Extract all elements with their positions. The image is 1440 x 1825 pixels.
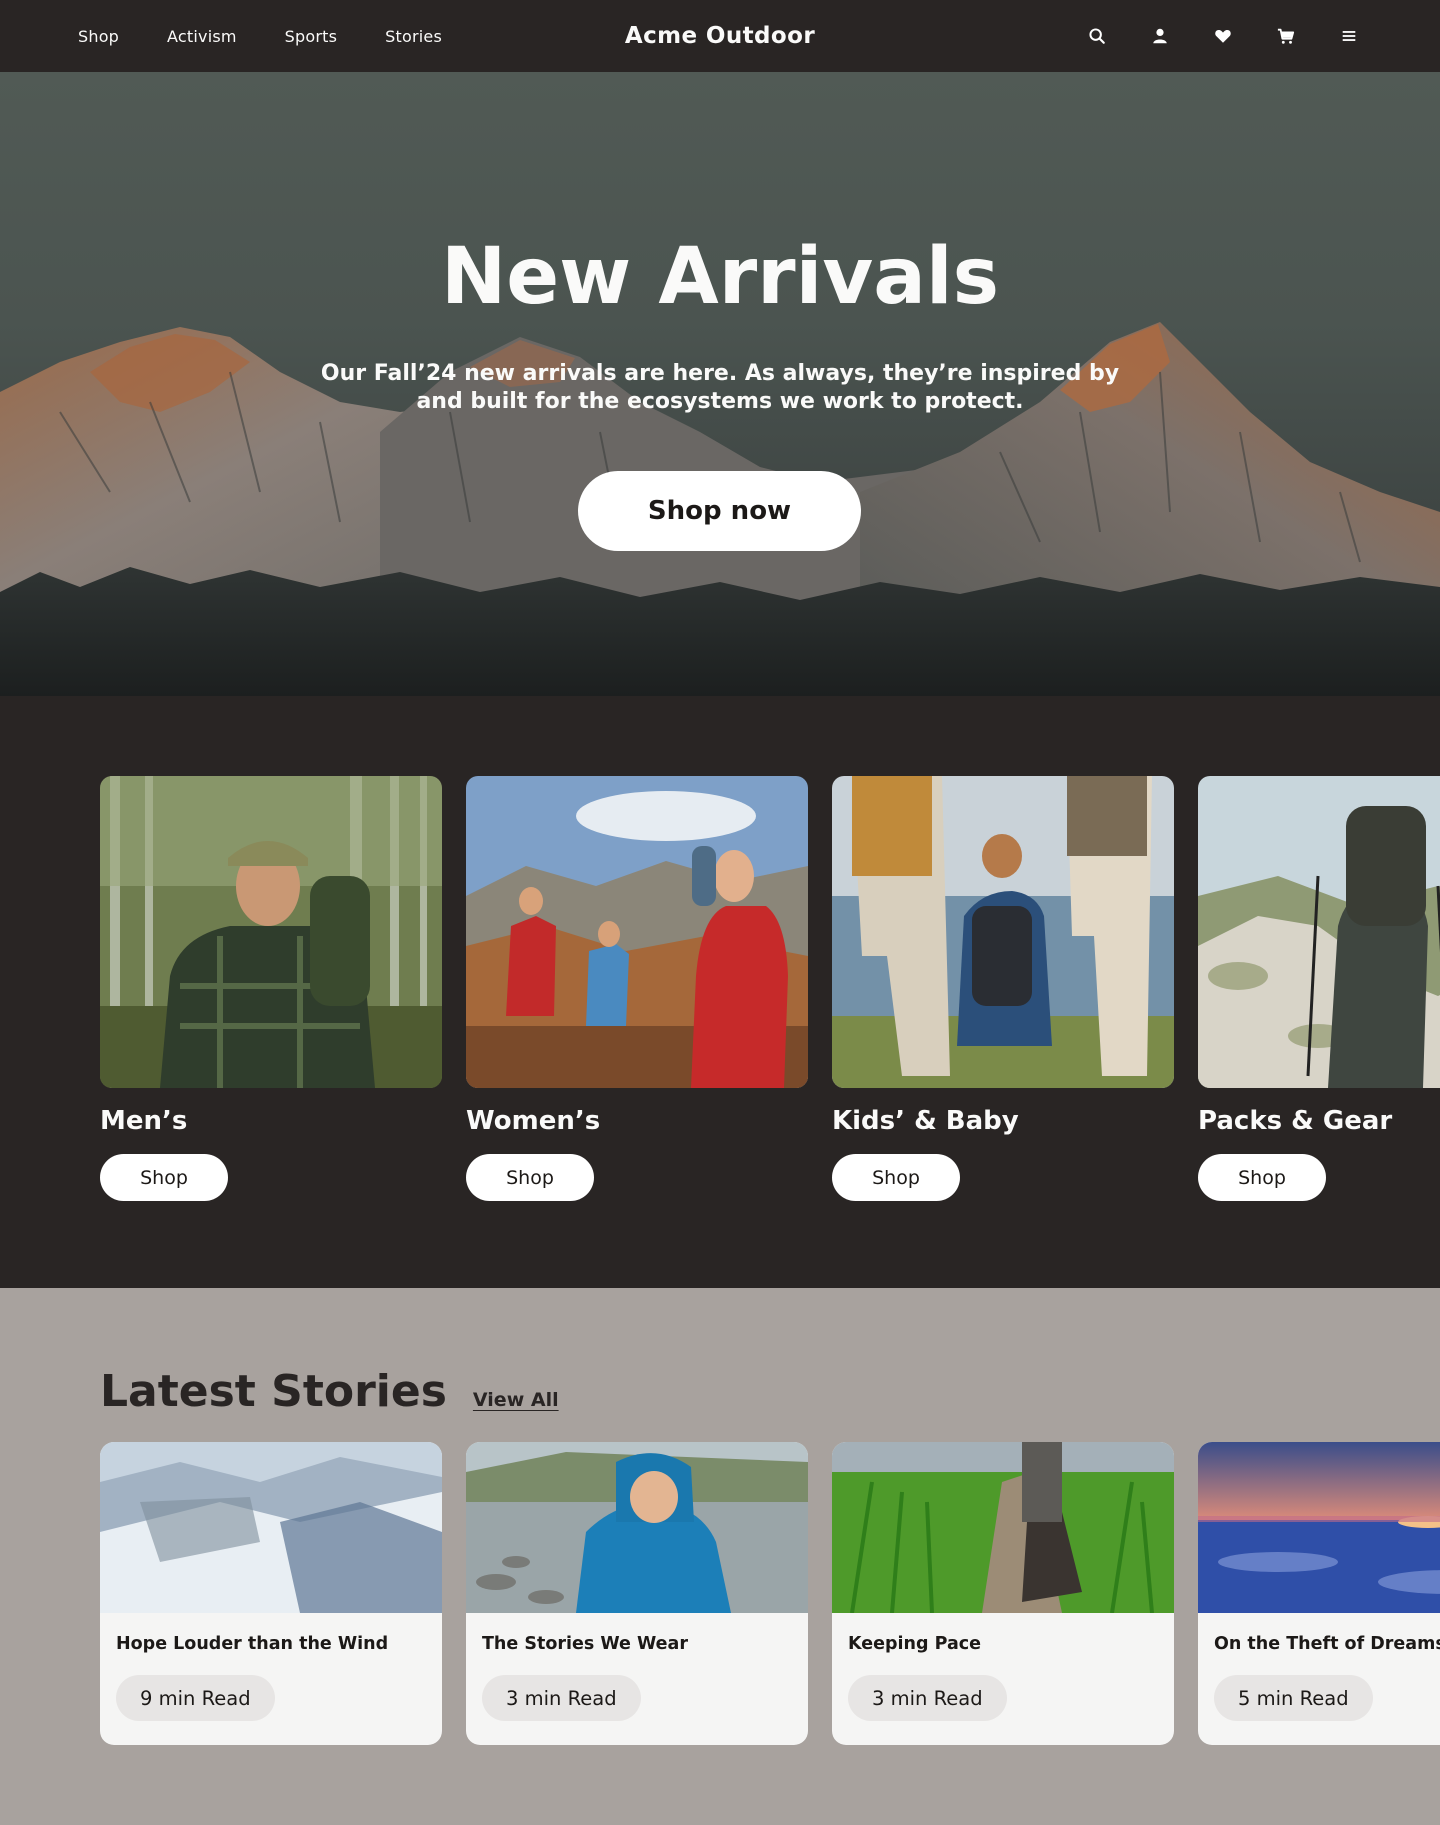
story-image xyxy=(466,1442,808,1613)
read-time-badge: 5 min Read xyxy=(1214,1675,1373,1721)
nav-link-activism[interactable]: Activism xyxy=(167,27,237,46)
category-shop-button-mens[interactable]: Shop xyxy=(100,1154,228,1201)
hero-subtitle: Our Fall’24 new arrivals are here. As al… xyxy=(320,361,1120,414)
category-image-mens[interactable] xyxy=(100,776,442,1088)
hero-title: New Arrivals xyxy=(440,232,1000,322)
story-image xyxy=(832,1442,1174,1613)
category-card-kids-baby: Kids’ & Baby Shop xyxy=(832,776,1174,1201)
read-time-badge: 3 min Read xyxy=(848,1675,1007,1721)
nav-link-shop[interactable]: Shop xyxy=(78,27,119,46)
hero-banner: New Arrivals Our Fall’24 new arrivals ar… xyxy=(0,72,1440,696)
story-image xyxy=(1198,1442,1440,1613)
account-icon[interactable] xyxy=(1149,25,1171,47)
category-shop-button-womens[interactable]: Shop xyxy=(466,1154,594,1201)
story-title: Hope Louder than the Wind xyxy=(116,1634,389,1654)
story-title: On the Theft of Dreams xyxy=(1214,1634,1440,1654)
story-image xyxy=(100,1442,442,1613)
category-name: Packs & Gear xyxy=(1198,1106,1393,1136)
story-title: The Stories We Wear xyxy=(482,1634,688,1654)
category-name: Kids’ & Baby xyxy=(832,1106,1019,1136)
view-all-link[interactable]: View All xyxy=(473,1389,559,1411)
category-image-womens[interactable] xyxy=(466,776,808,1088)
category-card-packs-gear: Packs & Gear Shop xyxy=(1198,776,1440,1201)
shop-now-button[interactable]: Shop now xyxy=(578,471,861,551)
category-shop-button-packs-gear[interactable]: Shop xyxy=(1198,1154,1326,1201)
category-name: Men’s xyxy=(100,1106,188,1136)
brand-logo[interactable]: Acme Outdoor xyxy=(625,23,815,49)
category-image-kids-baby[interactable] xyxy=(832,776,1174,1088)
category-card-mens: Men’s Shop xyxy=(100,776,442,1201)
story-card[interactable]: Keeping Pace 3 min Read xyxy=(832,1442,1174,1745)
nav-link-stories[interactable]: Stories xyxy=(385,27,442,46)
category-section: Men’s Shop Women’s Shop Kids’ & Baby Sho… xyxy=(0,696,1440,1288)
category-shop-button-kids-baby[interactable]: Shop xyxy=(832,1154,960,1201)
cart-icon[interactable] xyxy=(1275,25,1297,47)
category-name: Women’s xyxy=(466,1106,601,1136)
category-card-womens: Women’s Shop xyxy=(466,776,808,1201)
story-title: Keeping Pace xyxy=(848,1634,982,1654)
read-time-badge: 9 min Read xyxy=(116,1675,275,1721)
stories-header: Latest Stories View All xyxy=(100,1366,559,1417)
latest-stories-section: Latest Stories View All Hope Louder than… xyxy=(0,1288,1440,1825)
primary-nav: Shop Activism Sports Stories xyxy=(78,0,490,72)
read-time-badge: 3 min Read xyxy=(482,1675,641,1721)
category-image-packs-gear[interactable] xyxy=(1198,776,1440,1088)
story-card[interactable]: Hope Louder than the Wind 9 min Read xyxy=(100,1442,442,1745)
nav-actions xyxy=(1045,0,1360,72)
menu-icon[interactable] xyxy=(1338,25,1360,47)
stories-title: Latest Stories xyxy=(100,1366,447,1417)
heart-icon[interactable] xyxy=(1212,25,1234,47)
top-nav: Shop Activism Sports Stories Acme Outdoo… xyxy=(0,0,1440,72)
story-card[interactable]: The Stories We Wear 3 min Read xyxy=(466,1442,808,1745)
story-card[interactable]: On the Theft of Dreams 5 min Read xyxy=(1198,1442,1440,1745)
nav-link-sports[interactable]: Sports xyxy=(285,27,338,46)
search-icon[interactable] xyxy=(1086,25,1108,47)
